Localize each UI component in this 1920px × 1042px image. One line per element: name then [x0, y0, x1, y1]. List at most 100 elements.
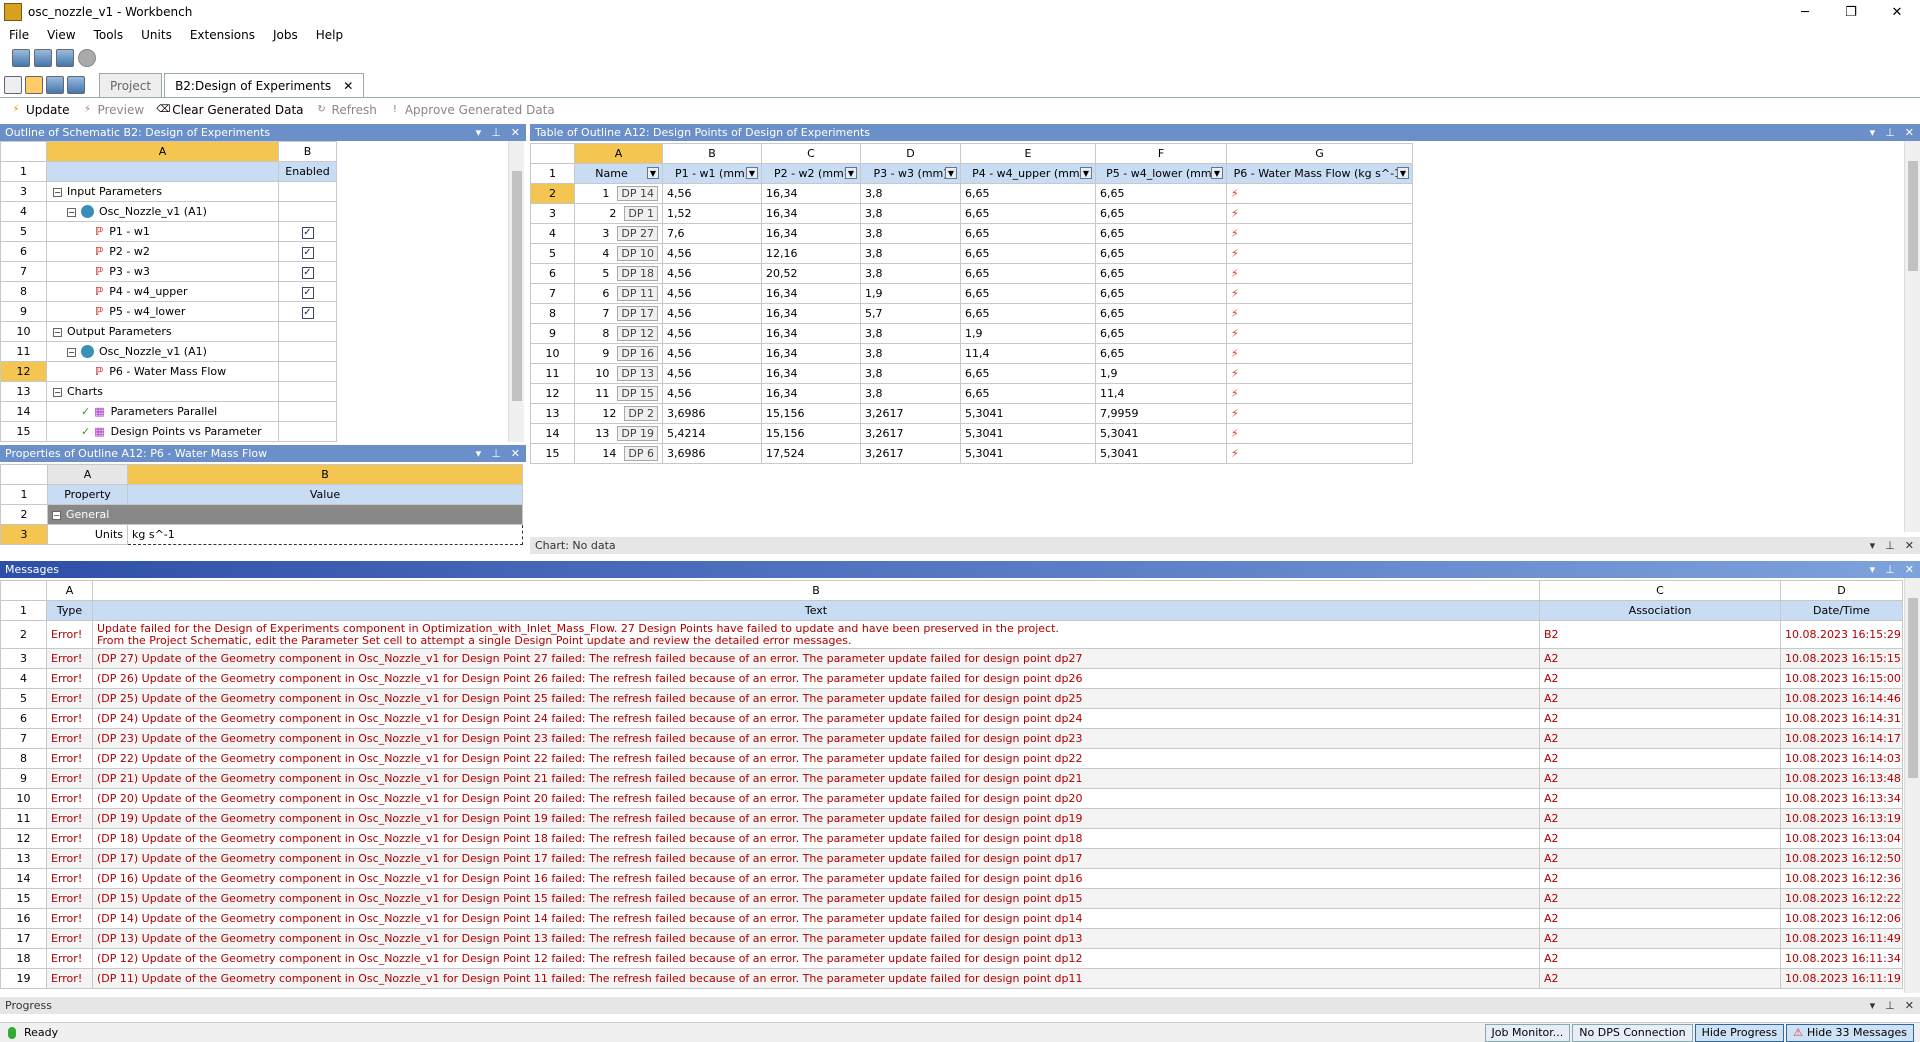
design-point-row[interactable]: 12 11 DP 15 4,56 16,34 3,8 6,65 11,4 ⚡	[530, 383, 1413, 404]
dp-value-cell[interactable]: 6,65	[1095, 203, 1227, 224]
dp-value-cell[interactable]: 16,34	[761, 223, 861, 244]
hide-progress-button[interactable]: Hide Progress	[1694, 1023, 1785, 1042]
dp-value-cell[interactable]: 4,56	[662, 383, 762, 404]
dp-name-cell[interactable]: 7 DP 17	[574, 303, 663, 324]
dp-value-cell[interactable]: 6,65	[960, 183, 1096, 204]
design-point-row[interactable]: 7 6 DP 11 4,56 16,34 1,9 6,65 6,65 ⚡	[530, 283, 1413, 304]
approve-generated-data-button[interactable]: ! Approve Generated Data	[385, 103, 559, 117]
outline-col-b[interactable]: B	[278, 141, 337, 162]
filter-dropdown-icon[interactable]: ▼	[1211, 167, 1223, 179]
collapse-icon[interactable]: −	[53, 188, 62, 197]
menu-units[interactable]: Units	[132, 28, 181, 42]
enabled-checkbox[interactable]: ✓	[301, 226, 314, 239]
pin-icon[interactable]: ⊥	[1885, 563, 1895, 576]
msg-col-letter[interactable]: D	[1780, 580, 1903, 601]
outline-label-cell[interactable]: ℙ P2 - w2	[46, 241, 279, 262]
messages-scrollbar[interactable]	[1904, 578, 1920, 993]
dp-value-cell[interactable]: 1,9	[1095, 363, 1227, 384]
dp-value-cell[interactable]: 16,34	[761, 183, 861, 204]
globe-icon[interactable]	[78, 49, 96, 67]
filter-dropdown-icon[interactable]: ▼	[945, 167, 957, 179]
design-point-row[interactable]: 9 8 DP 12 4,56 16,34 3,8 1,9 6,65 ⚡	[530, 323, 1413, 344]
dp-name-cell[interactable]: 14 DP 6	[574, 443, 663, 464]
dp-value-cell[interactable]: 3,8	[860, 383, 961, 404]
panel-menu-icon[interactable]: ▾	[476, 447, 482, 460]
dp-name-cell[interactable]: 1 DP 14	[574, 183, 663, 204]
outline-label-cell[interactable]: ℙ P5 - w4_lower	[46, 301, 279, 322]
dp-value-cell[interactable]: 15,156	[761, 423, 861, 444]
dp-value-cell[interactable]: 16,34	[761, 343, 861, 364]
dp-value-cell[interactable]: 6,65	[960, 243, 1096, 264]
minimize-button[interactable]: ─	[1782, 0, 1828, 24]
dp-value-cell[interactable]: 16,34	[761, 323, 861, 344]
panel-close-icon[interactable]: ✕	[511, 447, 520, 460]
dp-col-letter[interactable]: B	[662, 143, 762, 164]
dp-value-cell[interactable]: 5,4214	[662, 423, 762, 444]
design-point-row[interactable]: 4 3 DP 27 7,6 16,34 3,8 6,65 6,65 ⚡	[530, 223, 1413, 244]
dp-value-cell[interactable]: 4,56	[662, 183, 762, 204]
dp-value-cell[interactable]: 5,3041	[960, 423, 1096, 444]
outline-label-cell[interactable]: − Output Parameters	[46, 321, 279, 342]
menu-extensions[interactable]: Extensions	[181, 28, 264, 42]
clear-generated-data-button[interactable]: ⌫ Clear Generated Data	[152, 103, 307, 117]
dp-col-letter[interactable]: D	[860, 143, 961, 164]
dp-value-cell[interactable]: 4,56	[662, 263, 762, 284]
properties-col-b[interactable]: B	[127, 464, 523, 485]
outline-row[interactable]: 13− Charts	[0, 381, 337, 402]
dp-value-cell[interactable]: 3,8	[860, 203, 961, 224]
outline-label-cell[interactable]: − Osc_Nozzle_v1 (A1)	[46, 341, 279, 362]
panel-menu-icon[interactable]: ▾	[476, 126, 482, 139]
dp-value-cell[interactable]: 4,56	[662, 303, 762, 324]
outline-label-cell[interactable]: − Charts	[46, 381, 279, 402]
dp-value-cell[interactable]: 6,65	[960, 203, 1096, 224]
enabled-checkbox[interactable]: ✓	[301, 266, 314, 279]
outline-row[interactable]: 11 − Osc_Nozzle_v1 (A1)	[0, 341, 337, 362]
outline-row[interactable]: 7 ℙ P3 - w3 ✓	[0, 261, 337, 282]
outline-row[interactable]: 15 ✓ ▦ Design Points vs Parameter	[0, 421, 337, 442]
dp-name-cell[interactable]: 8 DP 12	[574, 323, 663, 344]
enabled-checkbox[interactable]: ✓	[301, 286, 314, 299]
panel-close-icon[interactable]: ✕	[511, 126, 520, 139]
menu-tools[interactable]: Tools	[85, 28, 133, 42]
dp-value-cell[interactable]: 15,156	[761, 403, 861, 424]
panel-close-icon[interactable]: ✕	[1905, 999, 1914, 1012]
dp-value-cell[interactable]: 20,52	[761, 263, 861, 284]
collapse-icon[interactable]: −	[53, 328, 62, 337]
msg-col-letter[interactable]: B	[92, 580, 1540, 601]
archive-icon[interactable]	[67, 76, 85, 94]
message-row[interactable]: 14 Error! (DP 16) Update of the Geometry c…	[0, 868, 1903, 889]
dp-name-cell[interactable]: 13 DP 19	[574, 423, 663, 444]
properties-col-a[interactable]: A	[47, 464, 128, 485]
outline-row[interactable]: 10− Output Parameters	[0, 321, 337, 342]
dp-value-cell[interactable]: 3,8	[860, 243, 961, 264]
message-row[interactable]: 3 Error! (DP 27) Update of the Geometry co…	[0, 648, 1903, 669]
outline-label-cell[interactable]: ℙ P6 - Water Mass Flow	[46, 361, 279, 382]
pin-icon[interactable]: ⊥	[1885, 999, 1895, 1012]
message-row[interactable]: 9 Error! (DP 21) Update of the Geometry co…	[0, 768, 1903, 789]
filter-dropdown-icon[interactable]: ▼	[845, 167, 857, 179]
dp-value-cell[interactable]: 5,3041	[1095, 423, 1227, 444]
dp-value-cell[interactable]: 3,8	[860, 363, 961, 384]
dp-value-cell[interactable]: 3,8	[860, 223, 961, 244]
pin-icon[interactable]: ⊥	[1885, 539, 1895, 552]
dp-name-cell[interactable]: 9 DP 16	[574, 343, 663, 364]
dp-value-cell[interactable]: 5,3041	[960, 443, 1096, 464]
outline-row[interactable]: 8 ℙ P4 - w4_upper ✓	[0, 281, 337, 302]
design-point-row[interactable]: 15 14 DP 6 3,6986 17,524 3,2617 5,3041 5,3041 ⚡	[530, 443, 1413, 464]
job-monitor-button[interactable]: Job Monitor...	[1484, 1023, 1571, 1042]
outline-label-cell[interactable]: − Osc_Nozzle_v1 (A1)	[46, 201, 279, 222]
dp-value-cell[interactable]: 4,56	[662, 363, 762, 384]
design-point-row[interactable]: 8 7 DP 17 4,56 16,34 5,7 6,65 6,65 ⚡	[530, 303, 1413, 324]
dp-value-cell[interactable]: 11,4	[960, 343, 1096, 364]
outline-row[interactable]: 5 ℙ P1 - w1 ✓	[0, 221, 337, 242]
collapse-icon[interactable]: −	[67, 347, 76, 357]
outline-label-cell[interactable]: ✓ ▦ Parameters Parallel	[46, 401, 279, 422]
dp-name-cell[interactable]: 2 DP 1	[574, 203, 663, 224]
dp-col-letter[interactable]: A	[574, 143, 663, 164]
msg-col-letter[interactable]: A	[46, 580, 93, 601]
dp-value-cell[interactable]: 4,56	[662, 283, 762, 304]
tab-close-icon[interactable]: ✕	[343, 79, 353, 93]
dp-value-cell[interactable]: 4,56	[662, 343, 762, 364]
dp-value-cell[interactable]: 6,65	[1095, 183, 1227, 204]
design-point-row[interactable]: 10 9 DP 16 4,56 16,34 3,8 11,4 6,65 ⚡	[530, 343, 1413, 364]
